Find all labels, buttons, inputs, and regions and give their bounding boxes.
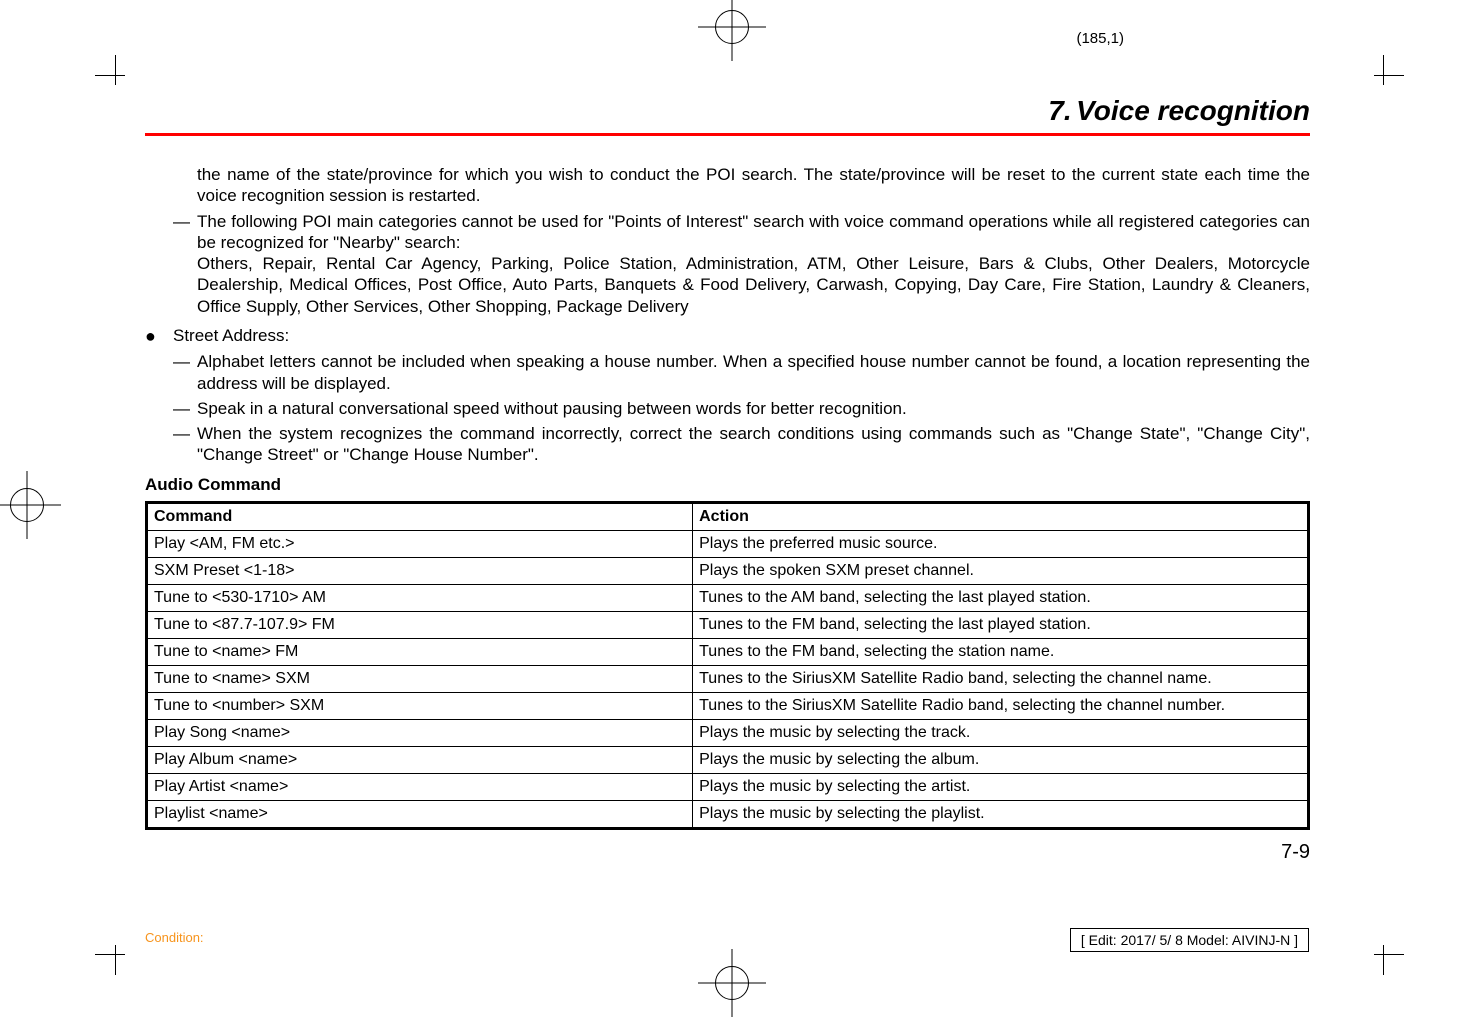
act-cell: Plays the music by selecting the playlis… [693, 800, 1309, 828]
table-row: Play Artist <name>Plays the music by sel… [147, 773, 1309, 800]
street-note-1: Alphabet letters cannot be included when… [197, 351, 1310, 394]
registration-mark-bottom [715, 966, 749, 1000]
dash-bullet-icon: — [173, 423, 197, 466]
table-row: Play <AM, FM etc.>Plays the preferred mu… [147, 530, 1309, 557]
cmd-cell: Play <AM, FM etc.> [147, 530, 693, 557]
table-header-action: Action [693, 502, 1309, 530]
street-address-label: Street Address: [173, 325, 1310, 348]
poi-note-text: The following POI main categories cannot… [197, 211, 1310, 254]
bullet-icon: ● [145, 325, 173, 348]
act-cell: Tunes to the SiriusXM Satellite Radio ba… [693, 692, 1309, 719]
act-cell: Plays the spoken SXM preset channel. [693, 557, 1309, 584]
act-cell: Tunes to the AM band, selecting the last… [693, 584, 1309, 611]
cmd-cell: Tune to <name> SXM [147, 665, 693, 692]
table-row: Tune to <87.7-107.9> FMTunes to the FM b… [147, 611, 1309, 638]
cmd-cell: Play Artist <name> [147, 773, 693, 800]
crop-mark-top-right [1344, 55, 1404, 115]
dash-bullet-icon: — [173, 351, 197, 394]
table-row: Tune to <530-1710> AMTunes to the AM ban… [147, 584, 1309, 611]
cmd-cell: Tune to <530-1710> AM [147, 584, 693, 611]
street-note-2: Speak in a natural conversational speed … [197, 398, 1310, 419]
cmd-cell: SXM Preset <1-18> [147, 557, 693, 584]
cmd-cell: Tune to <87.7-107.9> FM [147, 611, 693, 638]
act-cell: Tunes to the FM band, selecting the last… [693, 611, 1309, 638]
page-header: 7. Voice recognition [145, 95, 1310, 136]
table-row: Tune to <name> SXMTunes to the SiriusXM … [147, 665, 1309, 692]
page-number: 7-9 [145, 840, 1310, 865]
act-cell: Tunes to the SiriusXM Satellite Radio ba… [693, 665, 1309, 692]
cmd-cell: Tune to <number> SXM [147, 692, 693, 719]
body-text: the name of the state/province for which… [145, 164, 1310, 865]
crop-mark-bottom-right [1344, 915, 1404, 975]
dash-bullet-icon: — [173, 398, 197, 419]
cmd-cell: Playlist <name> [147, 800, 693, 828]
audio-command-heading: Audio Command [145, 474, 1310, 495]
dash-bullet-icon: — [173, 211, 197, 254]
page-coordinate-marker: (185,1) [1076, 30, 1124, 47]
registration-mark-left [10, 488, 44, 522]
table-row: SXM Preset <1-18>Plays the spoken SXM pr… [147, 557, 1309, 584]
registration-mark-top [715, 10, 749, 44]
cmd-cell: Play Song <name> [147, 719, 693, 746]
act-cell: Plays the music by selecting the track. [693, 719, 1309, 746]
table-row: Tune to <name> FMTunes to the FM band, s… [147, 638, 1309, 665]
section-title: Voice recognition [1076, 95, 1310, 126]
cmd-cell: Play Album <name> [147, 746, 693, 773]
street-note-3: When the system recognizes the command i… [197, 423, 1310, 466]
cmd-cell: Tune to <name> FM [147, 638, 693, 665]
audio-command-table: Command Action Play <AM, FM etc.>Plays t… [145, 501, 1310, 830]
act-cell: Plays the music by selecting the artist. [693, 773, 1309, 800]
act-cell: Tunes to the FM band, selecting the stat… [693, 638, 1309, 665]
table-row: Playlist <name>Plays the music by select… [147, 800, 1309, 828]
table-row: Tune to <number> SXMTunes to the SiriusX… [147, 692, 1309, 719]
footer-edit-info: [ Edit: 2017/ 5/ 8 Model: AIVINJ-N ] [1070, 928, 1309, 952]
page-content: 7. Voice recognition the name of the sta… [145, 95, 1310, 865]
table-header-command: Command [147, 502, 693, 530]
table-row: Play Album <name>Plays the music by sele… [147, 746, 1309, 773]
poi-note-item: — The following POI main categories cann… [173, 211, 1310, 317]
act-cell: Plays the music by selecting the album. [693, 746, 1309, 773]
act-cell: Plays the preferred music source. [693, 530, 1309, 557]
paragraph-continuation: the name of the state/province for which… [197, 164, 1310, 207]
table-row: Play Song <name>Plays the music by selec… [147, 719, 1309, 746]
street-address-item: ● Street Address: — Alphabet letters can… [145, 325, 1310, 466]
footer-condition-label: Condition: [145, 930, 204, 945]
section-number: 7. [1048, 95, 1071, 126]
crop-mark-bottom-left [95, 915, 155, 975]
poi-category-list: Others, Repair, Rental Car Agency, Parki… [197, 253, 1310, 317]
